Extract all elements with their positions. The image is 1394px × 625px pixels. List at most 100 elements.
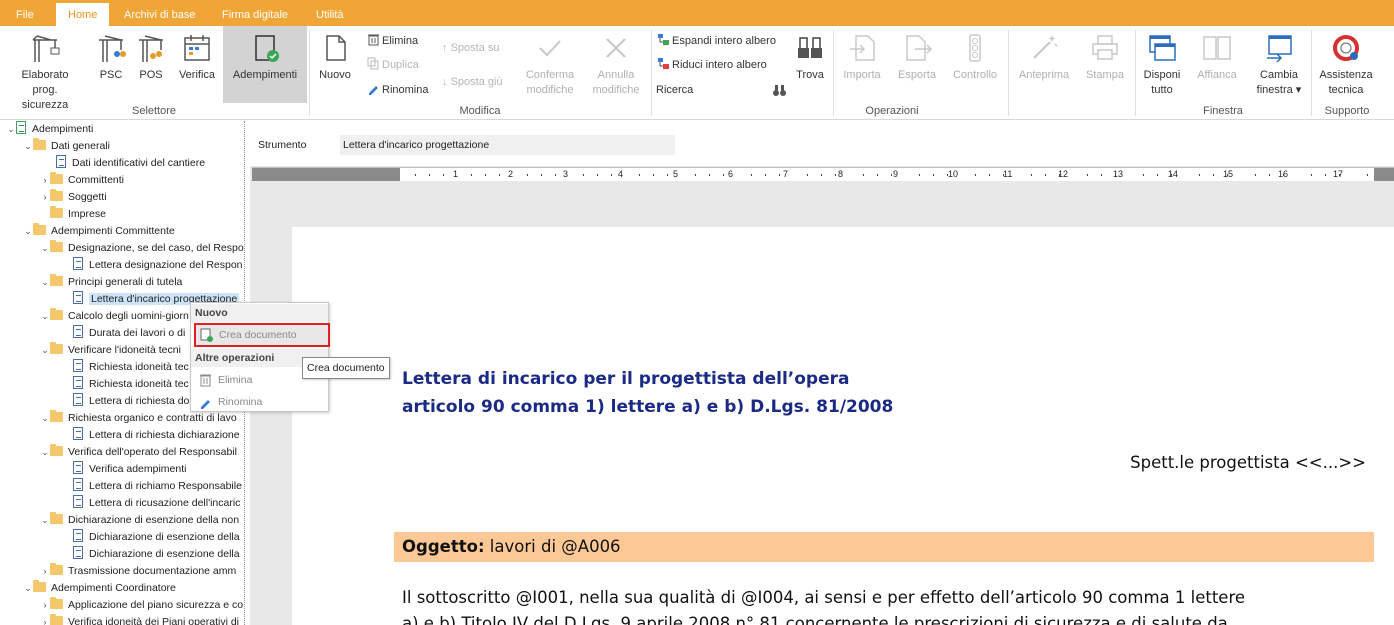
rinomina-menu-item[interactable]: Rinomina (195, 392, 325, 412)
tree-item[interactable]: Lettera di ricusazione dell'incaric (63, 495, 240, 512)
conferma-label-1: Conferma (525, 69, 575, 81)
espandi-albero-button[interactable]: Espandi intero albero (657, 32, 776, 50)
trash-icon (200, 374, 211, 387)
chevron-right-icon[interactable]: › (40, 563, 50, 580)
document-icon (73, 461, 83, 474)
tree-item[interactable]: Lettera di richiamo Responsabile (63, 478, 242, 495)
tree-item-committenti[interactable]: › Committenti (40, 172, 124, 189)
tab-home[interactable]: Home (56, 3, 110, 26)
chevron-down-icon[interactable]: ⌄ (23, 580, 33, 597)
chevron-right-icon[interactable]: › (40, 614, 50, 625)
tree-item-soggetti[interactable]: › Soggetti (40, 189, 107, 206)
document-check-icon (255, 35, 279, 62)
ruler[interactable]: 1234567891011121314151617 (252, 167, 1394, 181)
tab-file[interactable]: File (16, 0, 34, 26)
elaborato-button[interactable]: Elaborato prog. sicurezza (14, 32, 76, 113)
ruler-tick (443, 174, 444, 176)
annulla-modifiche-button[interactable]: Annulla modifiche (586, 32, 646, 98)
chevron-down-icon[interactable]: ⌄ (40, 240, 50, 257)
tree-item[interactable]: ⌄ Designazione, se del caso, del Respo (40, 240, 244, 257)
tree-item-label: Soggetti (68, 191, 107, 203)
folder-icon (50, 512, 63, 524)
chevron-down-icon[interactable]: ⌄ (40, 342, 50, 359)
sposta-giu-button[interactable]: ↓ Sposta giù (442, 73, 503, 91)
ruler-tick (835, 174, 836, 176)
tree-item[interactable]: Dati identificativi del cantiere (46, 155, 205, 172)
tree-item[interactable]: › Applicazione del piano sicurezza e co (40, 597, 243, 614)
assistenza-tecnica-button[interactable]: Assistenza tecnica (1316, 32, 1376, 98)
expand-tree-icon (658, 34, 669, 45)
sposta-su-button[interactable]: ↑ Sposta su (442, 39, 499, 57)
tree-item[interactable]: ⌄ Principi generali di tutela (40, 274, 182, 291)
tab-utilita[interactable]: Utilità (316, 0, 344, 26)
cambia-finestra-button[interactable]: Cambia finestra ▾ (1250, 32, 1308, 98)
adempimenti-button[interactable]: Adempimenti (223, 26, 307, 103)
tree-item[interactable]: ⌄ Dichiarazione di esenzione della non (40, 512, 239, 529)
tree-item[interactable]: Richiesta idoneità tec (63, 359, 189, 376)
chevron-down-icon[interactable]: ⌄ (23, 223, 33, 240)
chevron-down-icon[interactable]: ⌄ (40, 410, 50, 427)
psc-button[interactable]: PSC (93, 32, 129, 83)
disponi-tutto-button[interactable]: Disponi tutto (1138, 32, 1186, 98)
tree-item[interactable]: Lettera designazione del Respon (63, 257, 243, 274)
tree-item[interactable]: Verifica adempimenti (63, 461, 186, 478)
tree-item[interactable]: Lettera di richiesta dichiarazione (63, 427, 240, 444)
verifica-button[interactable]: Verifica (176, 32, 218, 83)
controllo-button[interactable]: Controllo (948, 32, 1002, 83)
document-page[interactable]: Lettera di incarico per il progettista d… (292, 227, 1394, 625)
tree-item[interactable]: ⌄ Verifica dell'operato del Responsabil (40, 444, 237, 461)
tree-item[interactable]: ⌄ Richiesta organico e contratti di lavo (40, 410, 237, 427)
tree-item-imprese[interactable]: Imprese (40, 206, 106, 223)
conferma-modifiche-button[interactable]: Conferma modifiche (520, 32, 580, 98)
tree-item[interactable]: › Trasmissione documentazione amm (40, 563, 236, 580)
rename-icon (201, 400, 210, 409)
tree-item[interactable]: Durata dei lavori o di (63, 325, 185, 342)
binoculars-icon[interactable] (772, 83, 787, 98)
tree-item[interactable]: Dichiarazione di esenzione della (63, 529, 240, 546)
tree-item[interactable]: ⌄ Verificare l'idoneità tecni (40, 342, 181, 359)
anteprima-button[interactable]: Anteprima (1014, 32, 1074, 83)
ruler-number: 11 (1003, 169, 1013, 179)
tree-item-label: Committenti (68, 174, 125, 186)
esporta-button[interactable]: Esporta (892, 32, 942, 83)
affianca-button[interactable]: Affianca (1192, 32, 1242, 83)
importa-button[interactable]: Importa (838, 32, 886, 83)
chevron-down-icon[interactable]: ⌄ (40, 274, 50, 291)
chevron-right-icon[interactable]: › (40, 189, 50, 206)
chevron-right-icon[interactable]: › (40, 172, 50, 189)
strumento-field[interactable]: Lettera d'incarico progettazione (340, 135, 675, 155)
tree-item[interactable]: › Verifica idoneità dei Piani operativi d… (40, 614, 239, 625)
tree-item[interactable]: Dichiarazione di esenzione della (63, 546, 240, 563)
tree-item-label: Verifica idoneità dei Piani operativi di (68, 616, 240, 625)
nuovo-button[interactable]: Nuovo (314, 32, 356, 83)
chevron-down-icon[interactable]: ⌄ (40, 308, 50, 325)
tab-firma-digitale[interactable]: Firma digitale (222, 0, 288, 26)
riduci-albero-button[interactable]: Riduci intero albero (657, 56, 767, 74)
tree-item-adempimenti-committente[interactable]: ⌄ Adempimenti Committente (23, 223, 175, 240)
chevron-right-icon[interactable]: › (40, 597, 50, 614)
chevron-down-icon[interactable]: ⌄ (40, 444, 50, 461)
group-label-operazioni: Operazioni (865, 105, 919, 117)
group-label-supporto: Supporto (1324, 105, 1370, 117)
tab-archivi-di-base[interactable]: Archivi di base (124, 0, 196, 26)
pos-button[interactable]: POS (133, 32, 169, 83)
tree-item[interactable]: ⌄ Calcolo degli uomini-giorn (40, 308, 189, 325)
rinomina-button[interactable]: Rinomina (367, 81, 428, 99)
tree-item-adempimenti[interactable]: ⌄ Adempimenti (6, 121, 93, 138)
chevron-down-icon[interactable]: ⌄ (6, 121, 16, 138)
trova-button[interactable]: Trova (792, 32, 828, 83)
ruler-tick (1283, 174, 1284, 176)
crea-documento-menu-item[interactable]: Crea documento (194, 323, 330, 347)
chevron-down-icon[interactable]: ⌄ (40, 512, 50, 529)
ruler-tick (821, 174, 822, 176)
tree-item[interactable]: Richiesta idoneità tec (63, 376, 189, 393)
ricerca-input[interactable] (694, 80, 790, 100)
tree-item[interactable]: Lettera di richiesta do (63, 393, 189, 410)
stampa-button[interactable]: Stampa (1080, 32, 1130, 83)
chevron-down-icon[interactable]: ⌄ (23, 138, 33, 155)
tree-item-dati-generali[interactable]: ⌄ Dati generali (23, 138, 110, 155)
ruler-tick (1003, 174, 1004, 176)
duplica-button[interactable]: Duplica (367, 56, 419, 74)
tree-item-adempimenti-coordinatore[interactable]: ⌄ Adempimenti Coordinatore (23, 580, 176, 597)
elimina-button[interactable]: Elimina (367, 32, 418, 50)
